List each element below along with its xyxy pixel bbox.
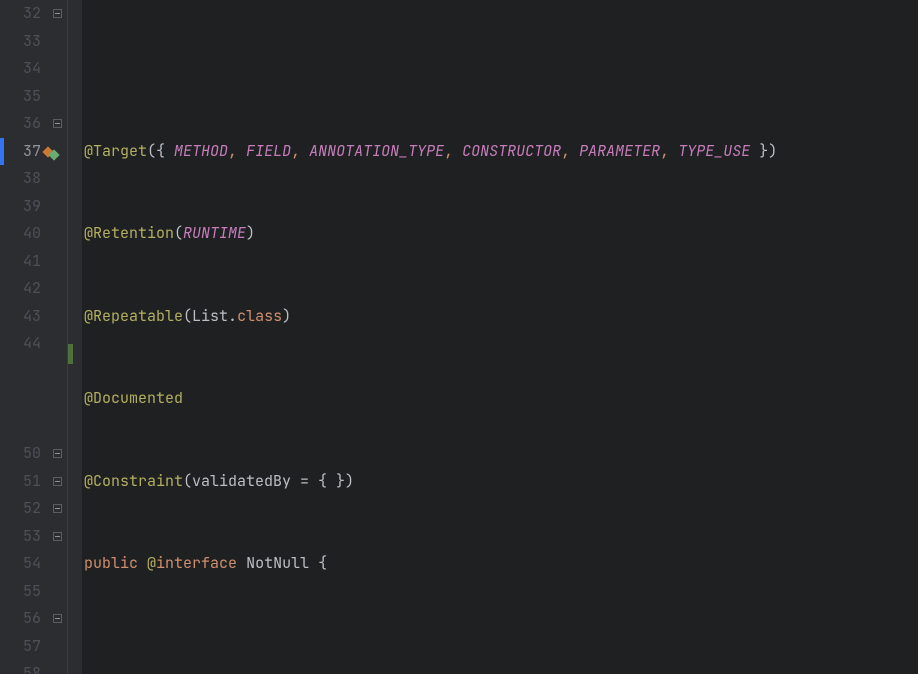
code-line: @Constraint(validatedBy = { })	[84, 468, 918, 496]
code-line: public @interface NotNull {	[84, 550, 918, 578]
line-number[interactable]: 40	[0, 220, 41, 248]
gutter-implements-icon[interactable]	[44, 146, 60, 160]
fold-toggle-icon[interactable]	[53, 532, 62, 541]
line-number[interactable]: 50	[0, 440, 41, 468]
line-number[interactable]: 35	[0, 83, 41, 111]
line-number[interactable]: 52	[0, 495, 41, 523]
line-number[interactable]: 33	[0, 28, 41, 56]
code-line: @Target({ METHOD, FIELD, ANNOTATION_TYPE…	[84, 138, 918, 166]
line-number[interactable]: 37	[0, 138, 41, 166]
line-number[interactable]: 34	[0, 55, 41, 83]
editor-left-strip	[68, 0, 82, 674]
line-number[interactable]: 53	[0, 523, 41, 551]
line-number[interactable]	[0, 413, 41, 441]
code-line	[84, 633, 918, 661]
line-number[interactable]: 55	[0, 578, 41, 606]
line-number[interactable]: 58	[0, 660, 41, 674]
fold-toggle-icon[interactable]	[53, 9, 62, 18]
vcs-change-marker[interactable]	[68, 344, 73, 364]
code-line: @Documented	[84, 385, 918, 413]
line-number[interactable]: 36	[0, 110, 41, 138]
fold-toggle-icon[interactable]	[53, 504, 62, 513]
code-line: @Retention(RUNTIME)	[84, 220, 918, 248]
line-number[interactable]: 38	[0, 165, 41, 193]
line-number[interactable]: 43	[0, 303, 41, 331]
fold-toggle-icon[interactable]	[53, 449, 62, 458]
fold-toggle-icon[interactable]	[53, 119, 62, 128]
line-number[interactable]: 39	[0, 193, 41, 221]
line-number[interactable]: 54	[0, 550, 41, 578]
fold-column[interactable]	[49, 0, 67, 674]
code-line: @Repeatable(List.class)	[84, 303, 918, 331]
line-number[interactable]: 57	[0, 633, 41, 661]
line-number[interactable]: 56	[0, 605, 41, 633]
line-number[interactable]: 51	[0, 468, 41, 496]
line-number[interactable]	[0, 358, 41, 386]
line-number[interactable]: 42	[0, 275, 41, 303]
fold-toggle-icon[interactable]	[53, 614, 62, 623]
line-number[interactable]: 41	[0, 248, 41, 276]
editor-area[interactable]: @Target({ METHOD, FIELD, ANNOTATION_TYPE…	[68, 0, 918, 674]
line-number[interactable]	[0, 385, 41, 413]
line-number[interactable]: 32	[0, 0, 41, 28]
gutter: 32333435363738394041424344 50515253545556…	[0, 0, 68, 674]
line-number[interactable]: 44	[0, 330, 41, 358]
fold-toggle-icon[interactable]	[53, 477, 62, 486]
